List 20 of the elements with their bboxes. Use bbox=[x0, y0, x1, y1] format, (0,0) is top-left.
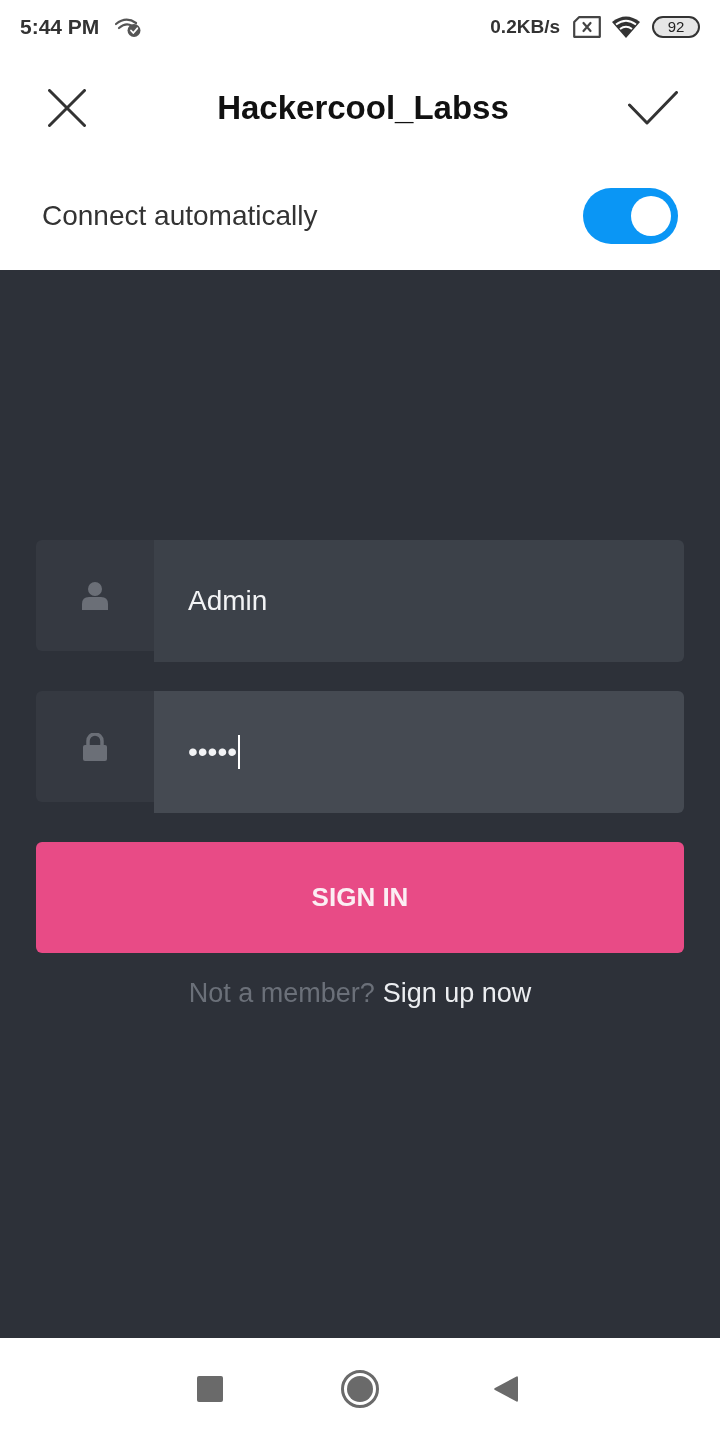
check-icon[interactable] bbox=[628, 91, 678, 125]
password-field[interactable]: ••••• bbox=[154, 691, 684, 813]
close-icon[interactable] bbox=[48, 89, 86, 127]
home-icon[interactable] bbox=[341, 1370, 379, 1408]
network-title: Hackercool_Labss bbox=[217, 89, 509, 127]
back-icon[interactable] bbox=[494, 1375, 518, 1403]
network-speed: 0.2KB/s bbox=[490, 16, 560, 38]
auto-connect-toggle[interactable] bbox=[583, 188, 678, 244]
battery-indicator: 92 bbox=[652, 16, 700, 38]
text-cursor-icon bbox=[238, 735, 240, 769]
signup-link[interactable]: Sign up now bbox=[382, 978, 532, 1009]
lock-icon bbox=[83, 732, 107, 761]
no-sim-icon bbox=[573, 16, 601, 38]
wifi-icon bbox=[611, 15, 641, 39]
user-icon bbox=[82, 581, 108, 610]
username-field[interactable]: Admin bbox=[154, 540, 684, 662]
auto-connect-label: Connect automatically bbox=[42, 200, 318, 232]
signup-prompt: Not a member? bbox=[188, 978, 375, 1009]
status-time: 5:44 PM bbox=[20, 15, 100, 39]
signal-check-icon bbox=[115, 17, 142, 37]
